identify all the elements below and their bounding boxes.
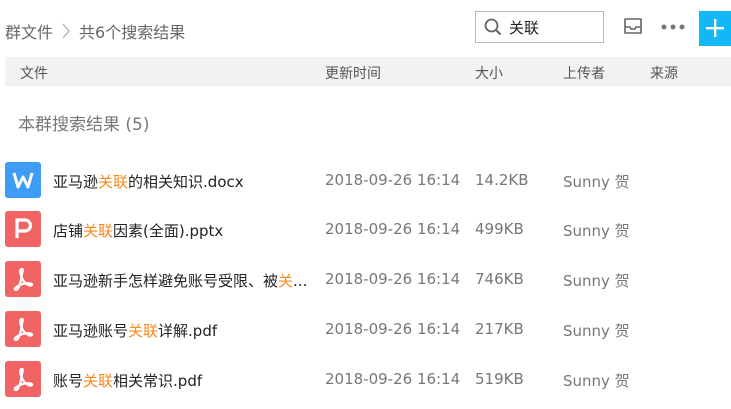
column-header-time[interactable]: 更新时间 xyxy=(325,63,381,83)
chevron-right-icon xyxy=(60,23,72,39)
search-icon xyxy=(484,18,502,36)
inbox-button[interactable] xyxy=(621,14,645,38)
file-name[interactable]: 亚马逊新手怎样避免账号受限、被关... xyxy=(53,270,311,291)
file-time: 2018-09-26 16:14 xyxy=(325,320,461,338)
powerpoint-icon xyxy=(5,211,41,247)
file-size: 519KB xyxy=(475,370,524,388)
file-name[interactable]: 亚马逊账号关联详解.pdf xyxy=(53,320,311,341)
file-uploader: Sunny 贺 xyxy=(563,173,630,191)
file-size: 746KB xyxy=(475,270,524,288)
inbox-icon xyxy=(624,18,642,34)
plus-icon xyxy=(706,19,724,37)
pdf-icon xyxy=(5,261,41,297)
file-row[interactable]: 店铺关联因素(全面).pptx 2018-09-26 16:14 499KB S… xyxy=(0,207,731,251)
more-icon xyxy=(661,24,685,30)
file-name[interactable]: 账号关联相关常识.pdf xyxy=(53,370,311,391)
file-row[interactable]: 账号关联相关常识.pdf 2018-09-26 16:14 519KB Sunn… xyxy=(0,357,731,401)
word-icon xyxy=(5,162,41,198)
add-button[interactable] xyxy=(699,11,731,46)
table-header: 文件 更新时间 大小 上传者 来源 xyxy=(5,57,731,86)
breadcrumb-current: 共6个搜索结果 xyxy=(79,23,186,42)
file-size: 14.2KB xyxy=(475,171,529,189)
breadcrumb-root[interactable]: 群文件 xyxy=(5,19,53,43)
more-button[interactable] xyxy=(660,14,688,38)
pdf-icon xyxy=(5,311,41,347)
file-name[interactable]: 亚马逊关联的相关知识.docx xyxy=(53,171,311,192)
file-time: 2018-09-26 16:14 xyxy=(325,220,461,238)
column-header-uploader[interactable]: 上传者 xyxy=(563,63,605,83)
search-input[interactable] xyxy=(509,17,599,37)
file-uploader: Sunny 贺 xyxy=(563,322,630,340)
top-bar: 群文件 共6个搜索结果 xyxy=(0,0,731,58)
file-row[interactable]: 亚马逊新手怎样避免账号受限、被关... 2018-09-26 16:14 746… xyxy=(0,257,731,301)
search-box[interactable] xyxy=(475,11,604,43)
file-row[interactable]: 亚马逊关联的相关知识.docx 2018-09-26 16:14 14.2KB … xyxy=(0,158,731,202)
column-header-source[interactable]: 来源 xyxy=(650,63,678,83)
file-name[interactable]: 店铺关联因素(全面).pptx xyxy=(53,220,311,241)
file-size: 217KB xyxy=(475,320,524,338)
column-header-name[interactable]: 文件 xyxy=(20,63,48,83)
column-header-size[interactable]: 大小 xyxy=(475,63,503,83)
file-uploader: Sunny 贺 xyxy=(563,222,630,240)
file-time: 2018-09-26 16:14 xyxy=(325,270,461,288)
section-title: 本群搜索结果 (5) xyxy=(18,115,150,135)
pdf-icon xyxy=(5,361,41,397)
file-uploader: Sunny 贺 xyxy=(563,372,630,390)
breadcrumb: 群文件 共6个搜索结果 xyxy=(5,19,185,43)
file-uploader: Sunny 贺 xyxy=(563,272,630,290)
file-size: 499KB xyxy=(475,220,524,238)
file-time: 2018-09-26 16:14 xyxy=(325,370,461,388)
file-time: 2018-09-26 16:14 xyxy=(325,171,461,189)
file-row[interactable]: 亚马逊账号关联详解.pdf 2018-09-26 16:14 217KB Sun… xyxy=(0,307,731,351)
